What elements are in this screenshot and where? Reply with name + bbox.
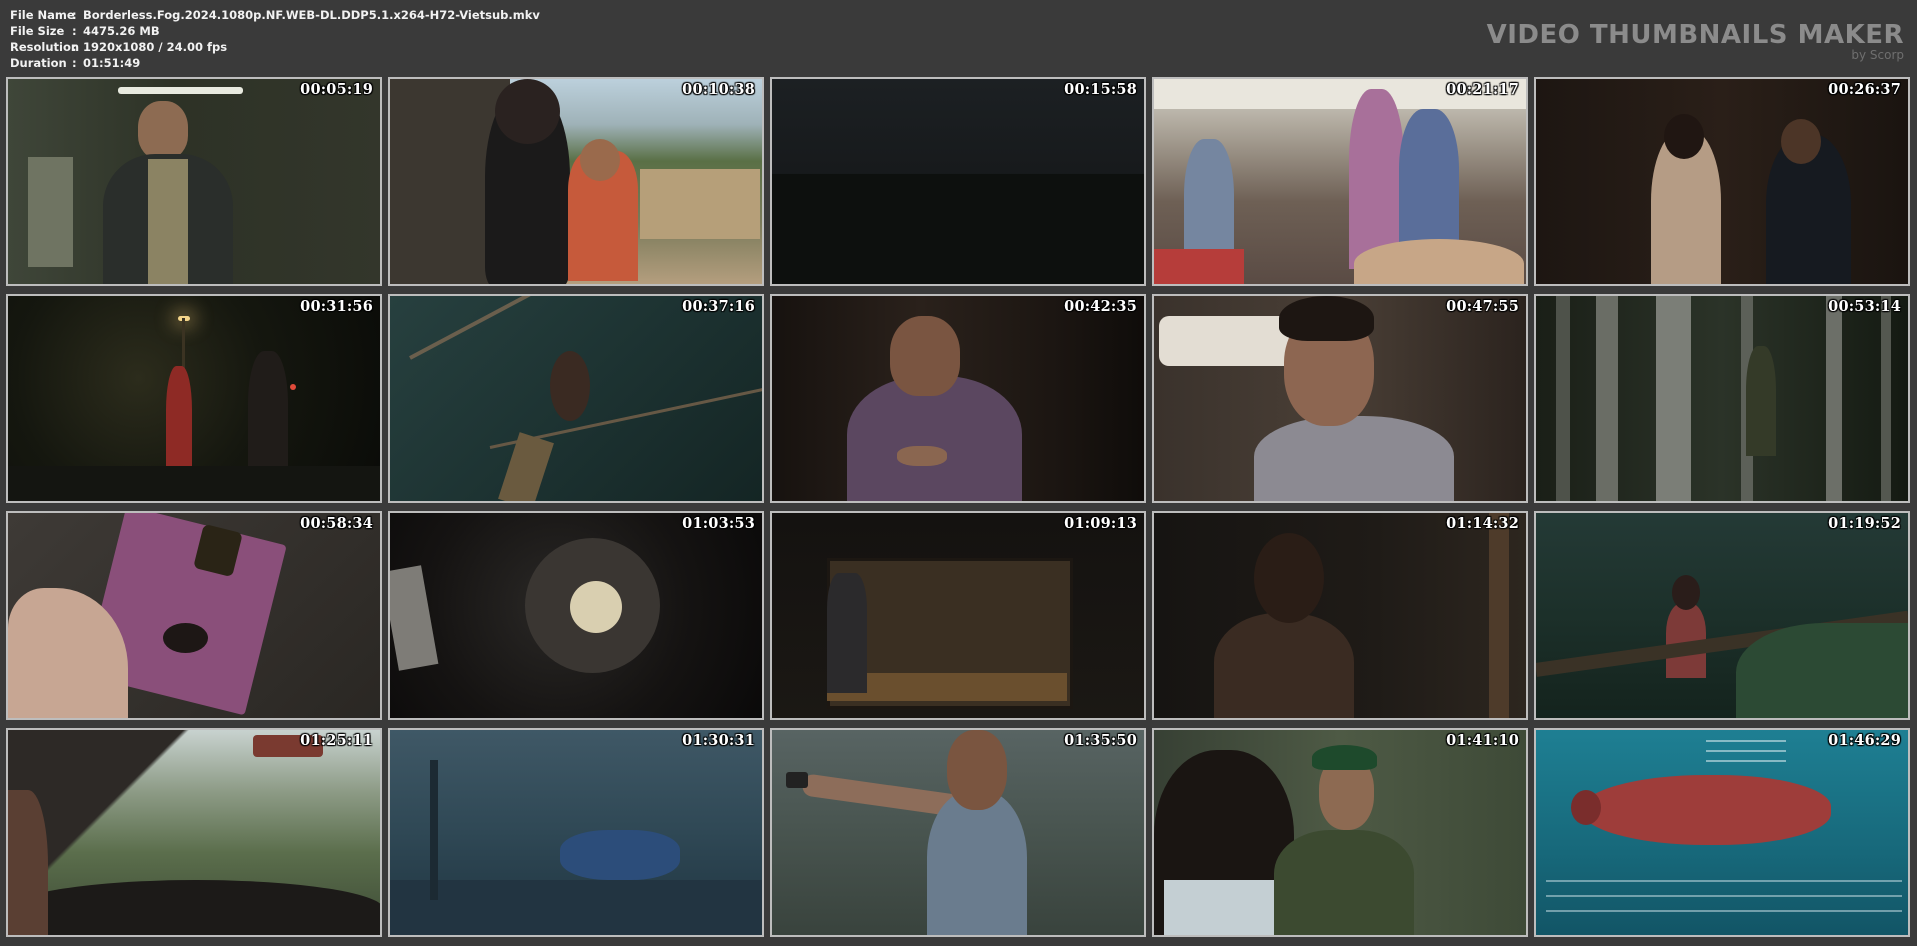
timestamp: 00:31:56: [300, 298, 373, 315]
timestamp: 01:25:11: [300, 732, 373, 749]
frame-image: [8, 513, 380, 718]
frame-image: [1536, 513, 1908, 718]
thumbnail[interactable]: 00:47:55: [1152, 294, 1528, 503]
duration-row: Duration : 01:51:49: [10, 55, 540, 71]
timestamp: 01:09:13: [1064, 515, 1137, 532]
frame-image: [1154, 513, 1526, 718]
frame-image: [1536, 730, 1908, 935]
thumbnail[interactable]: 00:26:37: [1534, 77, 1910, 286]
timestamp: 01:30:31: [682, 732, 755, 749]
frame-image: [1154, 79, 1526, 284]
brand-title: VIDEO THUMBNAILS MAKER: [1486, 20, 1904, 50]
thumbnail[interactable]: 00:53:14: [1534, 294, 1910, 503]
thumbnail[interactable]: 00:21:17: [1152, 77, 1528, 286]
thumbnail-grid: 00:05:19 00:10:38 00:15:58 00:21:17 00:2…: [6, 77, 1910, 937]
timestamp: 00:42:35: [1064, 298, 1137, 315]
thumbnail[interactable]: 00:58:34: [6, 511, 382, 720]
thumbnail[interactable]: 00:31:56: [6, 294, 382, 503]
thumbnail[interactable]: 00:42:35: [770, 294, 1146, 503]
timestamp: 00:26:37: [1828, 81, 1901, 98]
thumbnail[interactable]: 01:35:50: [770, 728, 1146, 937]
resolution-value: 1920x1080 / 24.00 fps: [83, 40, 228, 54]
frame-image: [1154, 730, 1526, 935]
thumbnail[interactable]: 01:09:13: [770, 511, 1146, 720]
brand-watermark: VIDEO THUMBNAILS MAKER by Scorp: [1487, 22, 1904, 61]
frame-image: [8, 79, 380, 284]
frame-image: [772, 730, 1144, 935]
timestamp: 01:46:29: [1828, 732, 1901, 749]
duration-label: Duration: [10, 56, 67, 70]
frame-image: [1536, 79, 1908, 284]
brand-subtitle: by Scorp: [1851, 48, 1904, 62]
frame-image: [1154, 296, 1526, 501]
resolution-label: Resolution: [10, 40, 80, 54]
thumbnail[interactable]: 01:03:53: [388, 511, 764, 720]
thumbnail[interactable]: 01:14:32: [1152, 511, 1528, 720]
thumbnail[interactable]: 00:15:58: [770, 77, 1146, 286]
thumbnail[interactable]: 01:30:31: [388, 728, 764, 937]
thumbnail[interactable]: 01:46:29: [1534, 728, 1910, 937]
file-name-value: Borderless.Fog.2024.1080p.NF.WEB-DL.DDP5…: [83, 8, 540, 22]
file-size-row: File Size : 4475.26 MB: [10, 23, 540, 39]
timestamp: 01:19:52: [1828, 515, 1901, 532]
frame-image: [390, 513, 762, 718]
duration-value: 01:51:49: [83, 56, 141, 70]
timestamp: 00:21:17: [1446, 81, 1519, 98]
frame-image: [390, 79, 762, 284]
timestamp: 01:14:32: [1446, 515, 1519, 532]
thumbnail[interactable]: 01:41:10: [1152, 728, 1528, 937]
timestamp: 01:03:53: [682, 515, 755, 532]
file-name-row: File Name : Borderless.Fog.2024.1080p.NF…: [10, 7, 540, 23]
separator: :: [72, 56, 77, 70]
separator: :: [72, 24, 77, 38]
frame-image: [1536, 296, 1908, 501]
thumbnail[interactable]: 01:19:52: [1534, 511, 1910, 720]
frame-image: [772, 79, 1144, 284]
timestamp: 01:41:10: [1446, 732, 1519, 749]
thumbnail[interactable]: 00:37:16: [388, 294, 764, 503]
resolution-row: Resolution : 1920x1080 / 24.00 fps: [10, 39, 540, 55]
thumbnail[interactable]: 00:10:38: [388, 77, 764, 286]
timestamp: 01:35:50: [1064, 732, 1137, 749]
frame-image: [390, 730, 762, 935]
thumbnail[interactable]: 00:05:19: [6, 77, 382, 286]
timestamp: 00:05:19: [300, 81, 373, 98]
frame-image: [772, 513, 1144, 718]
file-name-label: File Name: [10, 8, 75, 22]
file-info-panel: File Name : Borderless.Fog.2024.1080p.NF…: [10, 7, 540, 71]
file-size-label: File Size: [10, 24, 65, 38]
separator: :: [72, 40, 77, 54]
frame-image: [772, 296, 1144, 501]
frame-image: [8, 296, 380, 501]
frame-image: [390, 296, 762, 501]
timestamp: 00:58:34: [300, 515, 373, 532]
file-size-value: 4475.26 MB: [83, 24, 160, 38]
frame-image: [8, 730, 380, 935]
timestamp: 00:53:14: [1828, 298, 1901, 315]
timestamp: 00:47:55: [1446, 298, 1519, 315]
separator: :: [72, 8, 77, 22]
thumbnail[interactable]: 01:25:11: [6, 728, 382, 937]
timestamp: 00:10:38: [682, 81, 755, 98]
timestamp: 00:37:16: [682, 298, 755, 315]
timestamp: 00:15:58: [1064, 81, 1137, 98]
